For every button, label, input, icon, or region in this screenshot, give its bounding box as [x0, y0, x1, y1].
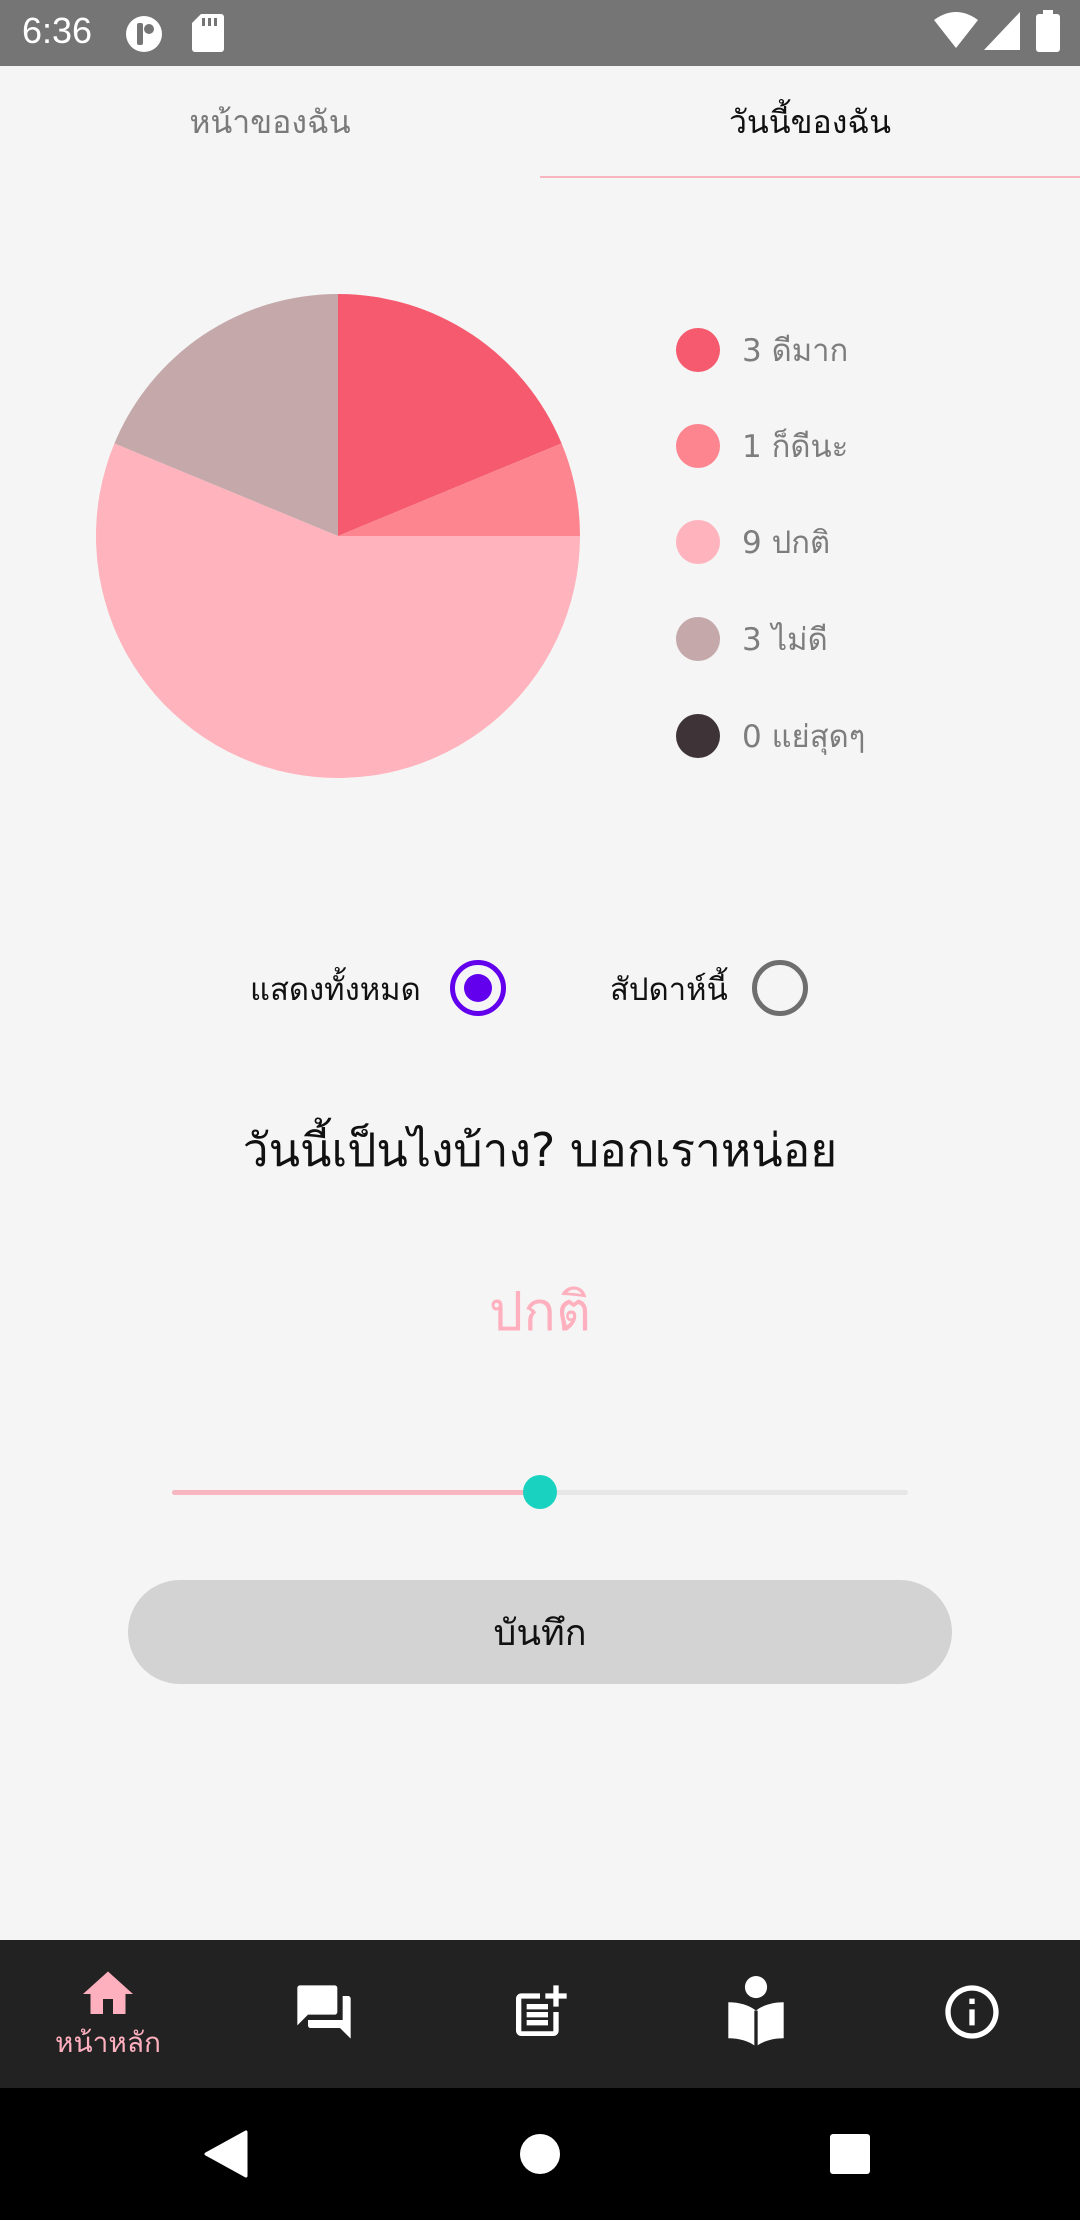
legend-label: 3 ไม่ดี — [742, 622, 828, 658]
legend-dot — [676, 424, 720, 468]
mood-slider[interactable] — [172, 1472, 908, 1512]
legend-item: 0 แย่สุดๆ — [676, 706, 865, 766]
legend-label: 9 ปกติ — [742, 525, 831, 561]
mood-pie-chart — [95, 294, 580, 779]
legend-dot — [676, 328, 720, 372]
tab-my-page[interactable]: หน้าของฉัน — [0, 66, 540, 178]
system-navigation-bar — [0, 2088, 1080, 2220]
this-week-label: สัปดาห์นี้ — [610, 972, 728, 1008]
legend-dot — [676, 617, 720, 661]
recents-icon[interactable] — [790, 2088, 910, 2220]
nav-post-add[interactable] — [432, 1940, 648, 2088]
save-button[interactable]: บันทึก — [128, 1580, 952, 1684]
signal-icon — [984, 12, 1020, 54]
nav-reading[interactable] — [648, 1940, 864, 2088]
legend-item: 3 ดีมาก — [676, 320, 848, 380]
legend-item: 9 ปกติ — [676, 512, 830, 572]
home-icon — [78, 1963, 138, 2019]
back-icon[interactable] — [166, 2088, 286, 2220]
sd-card-icon — [192, 14, 224, 56]
legend-label: 3 ดีมาก — [742, 333, 849, 369]
nav-home-label: หน้าหลัก — [55, 2026, 161, 2059]
bottom-navigation: หน้าหลัก — [0, 1940, 1080, 2088]
show-all-label: แสดงทั้งหมด — [250, 972, 421, 1008]
legend-dot — [676, 520, 720, 564]
battery-icon — [1036, 10, 1060, 56]
mood-question: วันนี้เป็นไงบ้าง? บอกเราหน่อย — [242, 1123, 838, 1177]
notification-app-icon — [124, 14, 164, 58]
show-all-radio[interactable] — [450, 960, 506, 1016]
legend-item: 3 ไม่ดี — [676, 609, 828, 669]
tab-indicator — [540, 176, 1080, 178]
post-add-icon — [508, 1980, 572, 2048]
reading-icon — [722, 1976, 790, 2052]
nav-forum[interactable] — [216, 1940, 432, 2088]
this-week-radio[interactable] — [752, 960, 808, 1016]
tab-my-today[interactable]: วันนี้ของฉัน — [540, 66, 1080, 178]
nav-home[interactable]: หน้าหลัก — [0, 1940, 216, 2088]
status-time: 6:36 — [22, 10, 93, 51]
status-bar: 6:36 — [0, 0, 1080, 66]
legend-item: 1 ก็ดีนะ — [676, 416, 848, 476]
filter-radio-group: แสดงทั้งหมด สัปดาห์นี้ — [0, 952, 1080, 1024]
nav-info[interactable] — [864, 1940, 1080, 2088]
slider-fill — [172, 1490, 540, 1495]
slider-thumb[interactable] — [523, 1475, 557, 1509]
forum-icon — [292, 1980, 356, 2048]
home-circle-icon[interactable] — [480, 2088, 600, 2220]
mood-value-label: ปกติ — [488, 1280, 592, 1343]
legend-label: 0 แย่สุดๆ — [742, 719, 866, 755]
legend-label: 1 ก็ดีนะ — [742, 429, 849, 465]
wifi-icon — [934, 12, 978, 52]
tab-bar: หน้าของฉัน วันนี้ของฉัน — [0, 66, 1080, 178]
info-icon — [940, 1980, 1004, 2048]
legend-dot — [676, 714, 720, 758]
